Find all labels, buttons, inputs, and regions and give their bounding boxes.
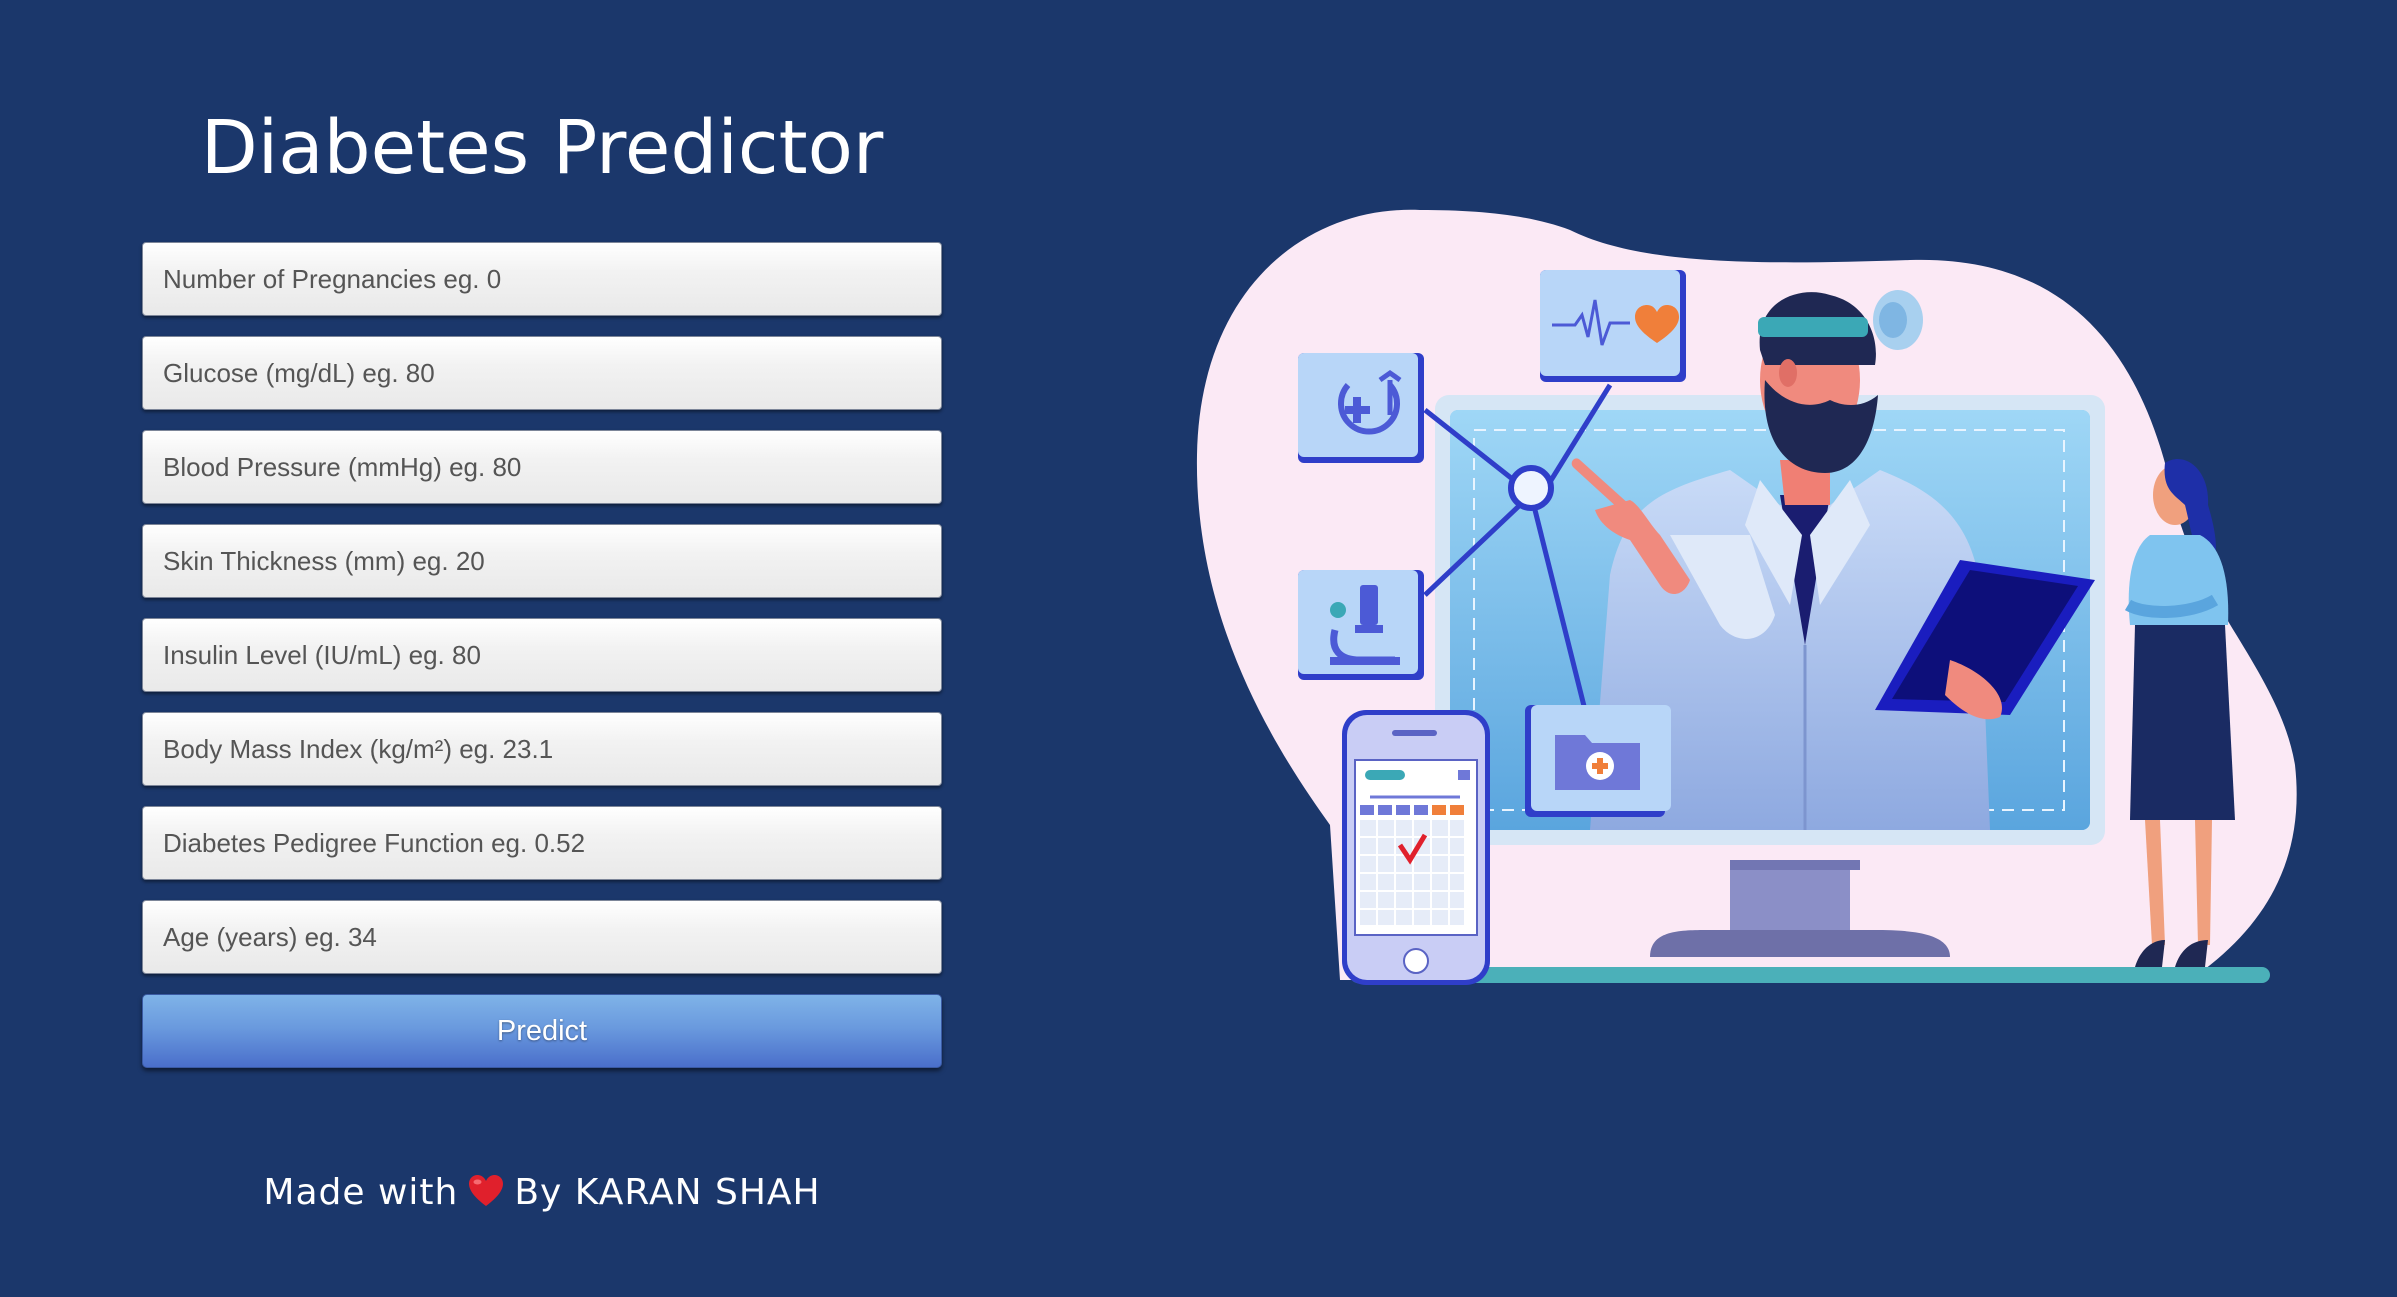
doctor-telemedicine-illustration: [1190, 205, 2300, 995]
footer-prefix: Made with: [263, 1172, 459, 1213]
footer-credit: Made with By KARAN SHAH: [142, 1165, 942, 1225]
pedigree-function-input[interactable]: [142, 806, 942, 880]
skin-thickness-input[interactable]: [142, 524, 942, 598]
age-input[interactable]: [142, 900, 942, 974]
prediction-form: Predict: [142, 242, 942, 1068]
footer-suffix: By KARAN SHAH: [514, 1172, 821, 1213]
network-node: [1508, 465, 1554, 511]
bmi-input[interactable]: [142, 712, 942, 786]
glucose-input[interactable]: [142, 336, 942, 410]
blood-pressure-input[interactable]: [142, 430, 942, 504]
pregnancies-input[interactable]: [142, 242, 942, 316]
woman-skirt: [2130, 625, 2235, 820]
page-title: Diabetes Predictor: [200, 105, 884, 191]
insulin-input[interactable]: [142, 618, 942, 692]
predict-button[interactable]: Predict: [142, 994, 942, 1068]
heart-icon: [468, 1169, 504, 1225]
